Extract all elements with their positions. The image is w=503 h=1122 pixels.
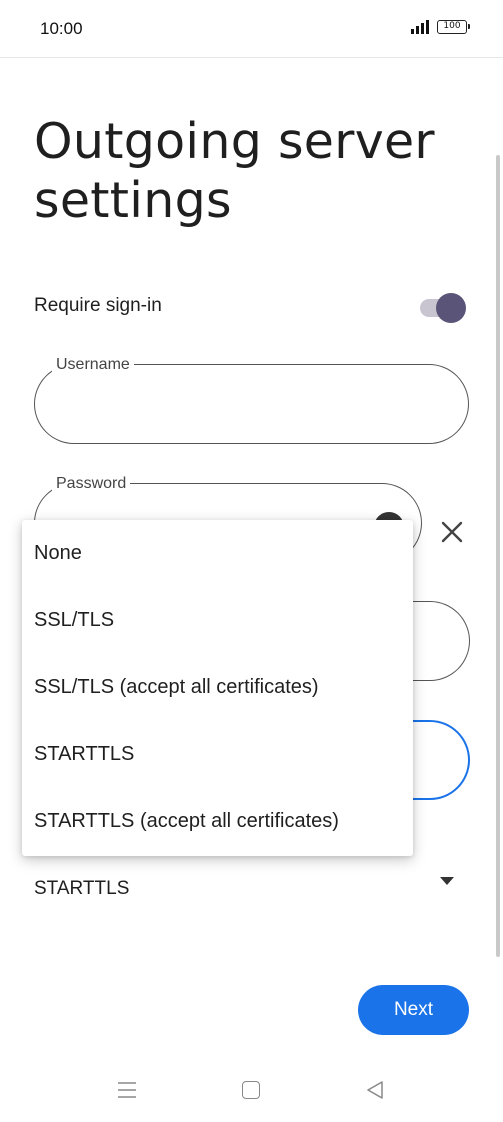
- menu-item-ssl-tls[interactable]: SSL/TLS: [22, 587, 413, 654]
- status-time: 10:00: [40, 19, 83, 38]
- security-dropdown-menu: None SSL/TLS SSL/TLS (accept all certifi…: [22, 520, 413, 856]
- require-signin-label: Require sign-in: [34, 295, 162, 316]
- page-title: Outgoing server settings: [34, 113, 435, 229]
- status-bar: 10:00 100: [0, 0, 503, 58]
- signal-icon: [411, 20, 429, 34]
- recents-icon[interactable]: [117, 1080, 137, 1100]
- menu-item-none[interactable]: None: [22, 520, 413, 587]
- menu-item-ssl-tls-accept-all[interactable]: SSL/TLS (accept all certificates): [22, 654, 413, 721]
- username-field[interactable]: [34, 364, 469, 444]
- require-signin-toggle[interactable]: [420, 293, 466, 323]
- menu-item-starttls[interactable]: STARTTLS: [22, 721, 413, 788]
- battery-icon: 100: [437, 20, 470, 34]
- back-icon[interactable]: [365, 1080, 385, 1100]
- security-select[interactable]: STARTTLS: [34, 878, 129, 900]
- toggle-thumb: [436, 293, 466, 323]
- scrollbar[interactable]: [496, 155, 500, 957]
- dropdown-arrow-icon[interactable]: [440, 876, 454, 886]
- clear-icon[interactable]: [438, 518, 466, 546]
- next-button[interactable]: Next: [358, 985, 469, 1035]
- home-icon[interactable]: [242, 1081, 260, 1099]
- username-label: Username: [52, 356, 134, 374]
- navigation-bar: [0, 1060, 503, 1122]
- password-label: Password: [52, 475, 131, 493]
- menu-item-starttls-accept-all[interactable]: STARTTLS (accept all certificates): [22, 788, 413, 855]
